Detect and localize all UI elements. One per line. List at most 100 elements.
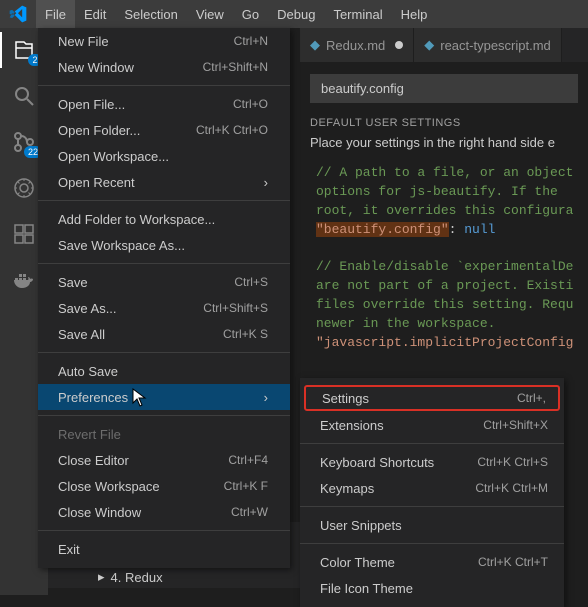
- activity-extensions[interactable]: [10, 220, 38, 248]
- shortcut-label: Ctrl+K Ctrl+T: [478, 555, 548, 569]
- menu-item-label: Close Window: [58, 505, 141, 520]
- menu-item-label: Save Workspace As...: [58, 238, 185, 253]
- activity-scm[interactable]: 22: [10, 128, 38, 156]
- menu-item-open-workspace[interactable]: Open Workspace...: [38, 143, 290, 169]
- menu-debug[interactable]: Debug: [268, 0, 324, 28]
- activity-debug[interactable]: [10, 174, 38, 202]
- shortcut-label: Ctrl+Shift+X: [483, 418, 548, 432]
- folder-row[interactable]: ▸ 4. Redux: [48, 566, 300, 588]
- shortcut-label: Ctrl+K S: [223, 327, 268, 341]
- menu-help[interactable]: Help: [392, 0, 437, 28]
- menu-item-label: Preferences: [58, 390, 128, 405]
- activity-explorer[interactable]: 2: [10, 36, 38, 64]
- shortcut-label: Ctrl+F4: [228, 453, 268, 467]
- menu-item-label: Save: [58, 275, 88, 290]
- menu-item-revert-file: Revert File: [38, 421, 290, 447]
- menu-item-label: Close Editor: [58, 453, 129, 468]
- submenu-item-extensions[interactable]: Extensions Ctrl+Shift+X: [300, 412, 564, 438]
- editor-tabs: ◆ Redux.md ◆ react-typescript.md: [300, 28, 588, 62]
- menu-item-save-workspace-as[interactable]: Save Workspace As...: [38, 232, 290, 258]
- menu-separator: [38, 85, 290, 86]
- menu-item-label: Auto Save: [58, 364, 118, 379]
- shortcut-label: Ctrl+K Ctrl+O: [196, 123, 268, 137]
- submenu-item-keyboard-shortcuts[interactable]: Keyboard ShortcutsCtrl+K Ctrl+S: [300, 449, 564, 475]
- shortcut-label: Ctrl+O: [233, 97, 268, 111]
- menu-item-save-all[interactable]: Save All Ctrl+K S: [38, 321, 290, 347]
- submenu-item-settings[interactable]: Settings Ctrl+,: [304, 385, 560, 411]
- menu-item-close-window[interactable]: Close Window Ctrl+W: [38, 499, 290, 525]
- settings-code[interactable]: // A path to a file, or an object option…: [300, 160, 588, 356]
- menubar: File Edit Selection View Go Debug Termin…: [0, 0, 588, 28]
- chevron-right-icon: ›: [264, 175, 268, 190]
- settings-section-title: DEFAULT USER SETTINGS: [300, 103, 588, 135]
- vscode-logo-icon: [8, 4, 28, 24]
- menu-item-preferences[interactable]: Preferences ›: [38, 384, 290, 410]
- submenu-item-label: File Icon Theme: [320, 581, 413, 596]
- tab-react-typescript[interactable]: ◆ react-typescript.md: [414, 28, 562, 62]
- menu-separator: [300, 443, 564, 444]
- menu-item-label: Exit: [58, 542, 80, 557]
- menu-item-new-window[interactable]: New WindowCtrl+Shift+N: [38, 54, 290, 80]
- preferences-submenu: Settings Ctrl+, Extensions Ctrl+Shift+X Keyb…: [300, 378, 564, 607]
- menu-go[interactable]: Go: [233, 0, 268, 28]
- tab-redux[interactable]: ◆ Redux.md: [300, 28, 414, 62]
- menu-item-label: Revert File: [58, 427, 121, 442]
- shortcut-label: Ctrl+N: [234, 34, 268, 48]
- activity-docker[interactable]: [10, 266, 38, 294]
- menu-edit[interactable]: Edit: [75, 0, 115, 28]
- tab-label: Redux.md: [326, 38, 385, 53]
- menu-item-save[interactable]: Save Ctrl+S: [38, 269, 290, 295]
- shortcut-label: Ctrl+Shift+N: [203, 60, 268, 74]
- tab-label: react-typescript.md: [440, 38, 551, 53]
- menu-separator: [300, 543, 564, 544]
- submenu-item-color-theme[interactable]: Color Theme Ctrl+K Ctrl+T: [300, 549, 564, 575]
- settings-description: Place your settings in the right hand si…: [300, 135, 588, 160]
- menu-item-label: Open Folder...: [58, 123, 140, 138]
- menu-view[interactable]: View: [187, 0, 233, 28]
- submenu-item-label: Keymaps: [320, 481, 374, 496]
- menu-item-open-file[interactable]: Open File...Ctrl+O: [38, 91, 290, 117]
- submenu-item-label: Color Theme: [320, 555, 395, 570]
- menu-item-exit[interactable]: Exit: [38, 536, 290, 562]
- menu-item-save-as[interactable]: Save As...Ctrl+Shift+S: [38, 295, 290, 321]
- menu-item-new-file[interactable]: New File Ctrl+N: [38, 28, 290, 54]
- menu-selection[interactable]: Selection: [115, 0, 186, 28]
- submenu-item-file-icon-theme[interactable]: File Icon Theme: [300, 575, 564, 601]
- chevron-right-icon: ›: [264, 390, 268, 405]
- submenu-item-user-snippets[interactable]: User Snippets: [300, 512, 564, 538]
- shortcut-label: Ctrl+K F: [224, 479, 268, 493]
- menu-separator: [38, 200, 290, 201]
- activity-search[interactable]: [10, 82, 38, 110]
- submenu-item-label: Extensions: [320, 418, 384, 433]
- menu-item-label: Save All: [58, 327, 105, 342]
- menu-terminal[interactable]: Terminal: [324, 0, 391, 28]
- menu-item-close-editor[interactable]: Close Editor Ctrl+F4: [38, 447, 290, 473]
- menu-separator: [38, 352, 290, 353]
- shortcut-label: Ctrl+S: [234, 275, 268, 289]
- file-menu-dropdown: New File Ctrl+N New WindowCtrl+Shift+N Open…: [38, 28, 290, 568]
- chevron-right-icon: ▸: [98, 569, 105, 585]
- menu-item-close-workspace[interactable]: Close Workspace Ctrl+K F: [38, 473, 290, 499]
- markdown-icon: ◆: [310, 37, 320, 53]
- menu-item-label: Close Workspace: [58, 479, 160, 494]
- menu-separator: [300, 506, 564, 507]
- menu-item-label: Open Recent: [58, 175, 135, 190]
- menu-item-label: Open Workspace...: [58, 149, 169, 164]
- submenu-item-label: User Snippets: [320, 518, 402, 533]
- submenu-item-keymaps[interactable]: Keymaps Ctrl+K Ctrl+M: [300, 475, 564, 501]
- shortcut-label: Ctrl+,: [517, 391, 546, 405]
- menu-item-open-folder[interactable]: Open Folder... Ctrl+K Ctrl+O: [38, 117, 290, 143]
- menu-item-auto-save[interactable]: Auto Save: [38, 358, 290, 384]
- submenu-item-label: Settings: [322, 391, 369, 406]
- dirty-indicator-icon: [395, 41, 403, 49]
- shortcut-label: Ctrl+K Ctrl+M: [475, 481, 548, 495]
- menu-item-open-recent[interactable]: Open Recent ›: [38, 169, 290, 195]
- shortcut-label: Ctrl+Shift+S: [203, 301, 268, 315]
- menu-item-label: New File: [58, 34, 109, 49]
- shortcut-label: Ctrl+W: [231, 505, 268, 519]
- shortcut-label: Ctrl+K Ctrl+S: [477, 455, 548, 469]
- menu-separator: [38, 530, 290, 531]
- settings-search-input[interactable]: beautify.config: [310, 74, 578, 103]
- menu-item-add-folder-to-workspace[interactable]: Add Folder to Workspace...: [38, 206, 290, 232]
- menu-file[interactable]: File: [36, 0, 75, 28]
